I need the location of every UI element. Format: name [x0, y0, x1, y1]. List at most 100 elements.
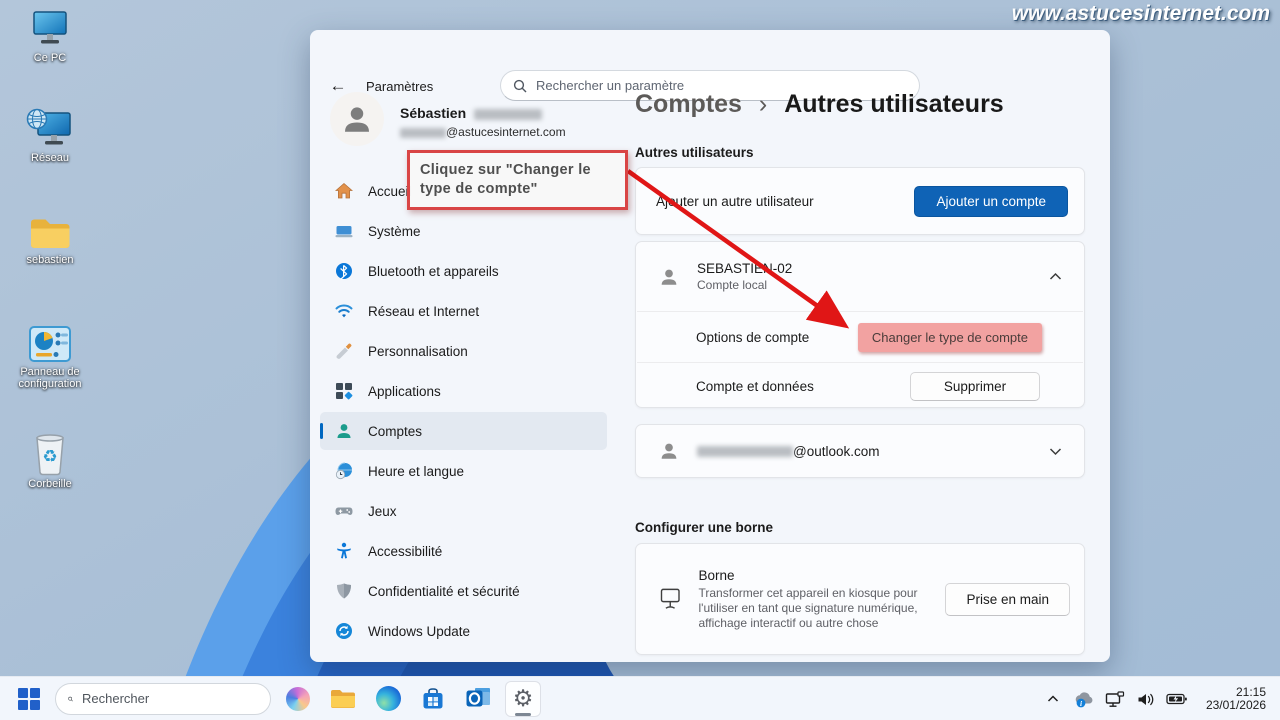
taskbar-edge[interactable] [370, 681, 406, 717]
kiosk-title: Borne [698, 567, 735, 583]
sidebar-item-label: Jeux [368, 503, 397, 519]
search-icon [68, 696, 73, 701]
desktop-icon-ce-pc[interactable]: Ce PC [4, 10, 96, 64]
sidebar-item-jeux[interactable]: Jeux [320, 492, 607, 530]
accessibility-icon [334, 542, 353, 561]
speaker-icon [1138, 693, 1154, 705]
desktop-icon-panneau-configuration[interactable]: Panneau de configuration [4, 324, 96, 390]
sidebar-item-applications[interactable]: Applications [320, 372, 607, 410]
system-icon [334, 222, 353, 241]
gear-icon: ⚙ [512, 685, 534, 711]
change-account-type-button[interactable]: Changer le type de compte [857, 322, 1042, 352]
network-icon [1105, 690, 1125, 707]
network-icon [4, 106, 96, 150]
taskbar-store[interactable] [415, 681, 451, 717]
person-icon [661, 443, 677, 459]
sidebar-nav: Accueil Système Bluetooth et appareils R… [320, 172, 607, 652]
tray-onedrive[interactable]: i [1072, 685, 1096, 713]
pc-icon [4, 10, 96, 50]
local-account-header[interactable]: SEBASTIEN-02 Compte local [636, 242, 1084, 311]
person-icon [344, 107, 370, 132]
chevron-up-icon[interactable] [1049, 272, 1062, 281]
settings-window: ← Paramètres Sébastien @astucesinternet.… [310, 30, 1110, 662]
update-icon [334, 622, 353, 641]
sidebar-item-systeme[interactable]: Système [320, 212, 607, 250]
sidebar-item-reseau-internet[interactable]: Réseau et Internet [320, 292, 607, 330]
taskbar-search[interactable] [55, 682, 271, 715]
main-content: Comptes › Autres utilisateurs Autres uti… [635, 30, 1085, 662]
tray-network[interactable] [1103, 685, 1127, 713]
site-watermark: www.astucesinternet.com [1011, 2, 1270, 25]
folder-icon [4, 214, 96, 252]
taskbar: ⚙ i [0, 676, 1280, 720]
start-button[interactable] [12, 682, 46, 716]
local-account-card: SEBASTIEN-02 Compte local Options de com… [635, 241, 1085, 408]
desktop-icon-label: Corbeille [28, 478, 72, 490]
window-title: Paramètres [366, 79, 434, 94]
add-account-button[interactable]: Ajouter un compte [914, 185, 1068, 217]
taskbar-copilot[interactable] [280, 681, 316, 717]
desktop: www.astucesinternet.com Ce PC Réseau seb… [0, 0, 1280, 720]
delete-account-button[interactable]: Supprimer [910, 371, 1040, 401]
search-icon [513, 79, 527, 92]
account-options-label: Options de compte [696, 329, 810, 345]
breadcrumb-parent[interactable]: Comptes [635, 90, 742, 118]
copilot-icon [286, 686, 310, 711]
home-icon [334, 182, 353, 201]
sidebar-item-label: Windows Update [368, 623, 471, 639]
account-data-label: Compte et données [696, 378, 814, 394]
add-user-card: Ajouter un autre utilisateur Ajouter un … [635, 167, 1085, 235]
kiosk-icon [660, 588, 680, 609]
svg-text:♻: ♻ [42, 447, 57, 466]
apps-icon [334, 382, 353, 401]
sidebar-item-label: Système [368, 223, 421, 239]
microsoft-store-icon [423, 687, 443, 708]
desktop-icon-sebastien[interactable]: sebastien [4, 214, 96, 266]
bluetooth-icon [334, 262, 353, 281]
desktop-icon-reseau[interactable]: Réseau [4, 106, 96, 164]
kiosk-get-started-button[interactable]: Prise en main [945, 582, 1070, 616]
desktop-icon-corbeille[interactable]: ♻ Corbeille [4, 432, 96, 490]
sidebar-item-confidentialite[interactable]: Confidentialité et sécurité [320, 572, 607, 610]
sidebar-item-windows-update[interactable]: Windows Update [320, 612, 607, 650]
breadcrumb-current: Autres utilisateurs [784, 90, 1004, 118]
taskbar-clock[interactable]: 21:15 23/01/2026 [1200, 684, 1272, 714]
windows-logo-icon [18, 687, 40, 710]
ms-account-card[interactable]: @outlook.com [635, 424, 1085, 478]
taskbar-search-input[interactable] [82, 691, 258, 706]
sidebar-item-comptes[interactable]: Comptes [320, 412, 607, 450]
chevron-up-icon [1047, 695, 1058, 702]
sidebar-item-label: Réseau et Internet [368, 303, 480, 319]
clock-date: 23/01/2026 [1205, 698, 1266, 712]
accounts-icon [334, 422, 353, 441]
sidebar-item-personnalisation[interactable]: Personnalisation [320, 332, 607, 370]
taskbar-settings[interactable]: ⚙ [505, 680, 541, 717]
ms-account-email: @outlook.com [697, 444, 1049, 459]
sidebar-item-label: Accessibilité [368, 543, 443, 559]
account-data-row: Compte et données Supprimer [636, 363, 1084, 409]
taskbar-outlook[interactable] [460, 681, 496, 717]
recycle-bin-icon: ♻ [4, 432, 96, 476]
edge-icon [375, 686, 401, 711]
person-icon [661, 269, 677, 285]
desktop-icon-label: Panneau de configuration [18, 366, 82, 390]
taskbar-explorer[interactable] [325, 681, 361, 717]
tray-chevron-up[interactable] [1041, 685, 1065, 713]
desktop-icon-label: Réseau [31, 152, 69, 164]
breadcrumb-separator: › [758, 90, 768, 118]
chevron-down-icon[interactable] [1049, 447, 1062, 456]
kiosk-card: Borne Transformer cet appareil en kiosqu… [635, 543, 1085, 655]
annotation-callout-text: Cliquez sur "Changer le type de compte" [420, 162, 591, 197]
avatar [330, 92, 384, 146]
control-panel-icon [4, 324, 96, 364]
sidebar-item-bluetooth[interactable]: Bluetooth et appareils [320, 252, 607, 290]
local-account-name: SEBASTIEN-02 [697, 261, 793, 276]
sidebar-item-label: Personnalisation [368, 343, 468, 359]
sidebar-item-accessibilite[interactable]: Accessibilité [320, 532, 607, 570]
tray-volume[interactable] [1134, 685, 1158, 713]
annotation-callout: Cliquez sur "Changer le type de compte" [407, 150, 628, 210]
redacted-last-name [473, 108, 542, 120]
profile-name: Sébastien [400, 105, 542, 121]
sidebar-item-heure-langue[interactable]: Heure et langue [320, 452, 607, 490]
tray-battery[interactable] [1165, 685, 1189, 713]
